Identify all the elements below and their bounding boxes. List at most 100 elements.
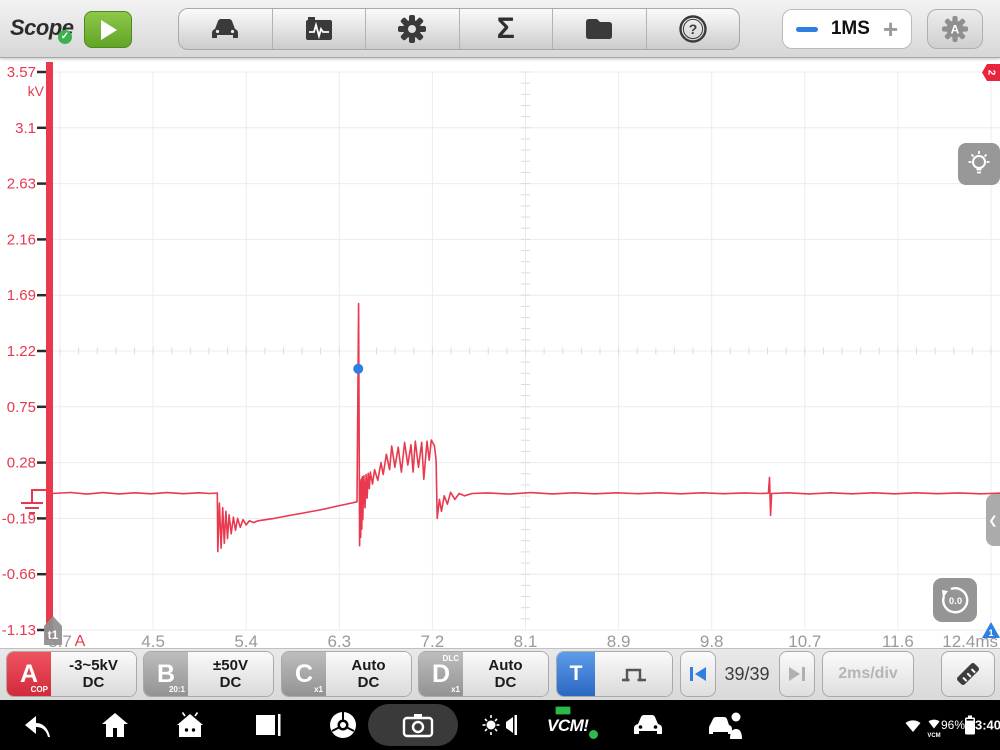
x-tick-label: 6.3 (327, 632, 351, 648)
skip-start-icon (690, 667, 706, 681)
brightness-volume-icon (482, 715, 517, 735)
waveform-file-icon (305, 17, 332, 40)
svg-text:A: A (951, 23, 960, 37)
x-tick-label: 11.6 (882, 632, 914, 648)
pulse-trigger-icon (621, 668, 646, 682)
waveform-chart[interactable]: 3.74.55.46.37.28.18.99.810.711.612.4ms3.… (0, 58, 1000, 651)
folder-icon (586, 19, 613, 39)
scope-app: Scope ✓ Σ ? 1MS + A 4.5 5.4 6.3 7.2 8.1 … (0, 0, 1000, 750)
skip-to-first-frame-button[interactable] (680, 651, 716, 697)
x-tick-label: 8.1 (514, 632, 538, 648)
ruler-icon (957, 663, 979, 685)
vehicle-button[interactable] (179, 9, 273, 49)
android-home-icon (177, 712, 203, 737)
y-tick-label: 3.1 (15, 120, 36, 137)
car-icon (212, 19, 239, 38)
recents-button[interactable] (253, 711, 283, 739)
car-white-icon (634, 715, 662, 734)
vcm-connected-dot (589, 730, 598, 739)
channel-a-settings: -3~5kV DC (51, 652, 136, 696)
frame-counter: 39/39 (724, 663, 770, 684)
screenshot-button[interactable] (402, 712, 434, 738)
auto-setup-button[interactable]: A (927, 9, 983, 49)
ruler-tool-button[interactable] (941, 651, 995, 697)
channel-b-tag: B 20:1 (144, 652, 188, 696)
help-button[interactable]: ? (647, 9, 740, 49)
channel-axis-label: A (75, 633, 86, 648)
service-menu-button[interactable] (706, 711, 746, 739)
vcm-badge-icon (555, 706, 571, 715)
scope-plot-area[interactable]: 3.74.55.46.37.28.18.99.810.711.612.4ms3.… (0, 58, 1000, 651)
chrome-icon (330, 712, 356, 738)
battery-percent: 96% (940, 718, 966, 732)
back-button[interactable] (23, 711, 53, 739)
x-tick-label: 10.7 (788, 632, 821, 648)
trigger-tag: T (557, 652, 595, 696)
vcm-wifi-icon (928, 719, 940, 729)
channel-a-button[interactable]: A COP -3~5kV DC (6, 651, 137, 697)
app-home-button[interactable] (174, 711, 206, 739)
auto-gear-icon: A (942, 16, 968, 42)
battery-status (965, 715, 976, 735)
sigma-icon: Σ (496, 12, 515, 45)
x-tick-label: 4.5 (141, 632, 165, 648)
trigger-position-label: 1 (988, 628, 993, 638)
side-drawer-handle[interactable]: ❮ (986, 494, 1000, 546)
y-tick-label: -1.13 (2, 622, 36, 639)
saved-waveforms-button[interactable] (273, 9, 366, 49)
gear-icon (398, 15, 427, 43)
channel-c-tag: Cx1 (282, 652, 326, 696)
x-tick-label: 9.8 (700, 632, 724, 648)
y-tick-label: 1.22 (7, 343, 36, 360)
clock: 3:40 (974, 717, 1000, 733)
settings-button[interactable] (366, 9, 460, 49)
sample-rate-decrease-button[interactable] (795, 26, 818, 32)
sample-rate-control: 1MS + (782, 9, 912, 49)
tips-button[interactable] (958, 143, 1000, 185)
battery-icon (965, 715, 975, 735)
y-tick-label: 0.28 (7, 455, 36, 472)
timebase-button[interactable]: 2ms/div (822, 651, 914, 697)
question-icon: ? (679, 15, 707, 43)
y-tick-label: 1.69 (7, 287, 36, 304)
channel-c-button[interactable]: Cx1 Auto DC (281, 651, 412, 697)
vcm-status-button[interactable]: VCM! (545, 706, 603, 744)
back-icon (25, 716, 50, 737)
skip-end-icon (789, 667, 805, 681)
sample-rate-increase-button[interactable]: + (883, 16, 898, 42)
top-toolbar: Scope ✓ Σ ? 1MS + A (0, 0, 1000, 58)
channel-d-tag: D DLC x1 (419, 652, 463, 696)
y-tick-label: 3.57 (7, 64, 36, 81)
y-axis-unit: kV (28, 83, 45, 99)
toolbar-button-group: Σ ? (178, 8, 740, 50)
wifi-icon (905, 720, 921, 732)
channel-b-settings: ±50V DC (188, 652, 273, 696)
svg-text:0.0: 0.0 (949, 596, 962, 607)
android-nav-bar: VCM! VCM 96% 3:40 (0, 700, 1000, 750)
x-tick-label: 7.2 (421, 632, 445, 648)
start-stop-button[interactable] (84, 11, 132, 48)
reset-zoom-button[interactable]: 0.0 (933, 578, 977, 622)
vcm-wifi-label: VCM (927, 733, 941, 739)
time-cursor-label: t1 (48, 628, 59, 642)
trigger-button[interactable]: T (556, 651, 673, 697)
play-icon (101, 19, 117, 40)
channel-b-button[interactable]: B 20:1 ±50V DC (143, 651, 274, 697)
display-sound-button[interactable] (482, 712, 518, 738)
vcm-wifi-status (926, 717, 942, 730)
channel-c-settings: Auto DC (326, 652, 411, 696)
file-button[interactable] (553, 9, 647, 49)
y-tick-label: 2.16 (7, 231, 36, 248)
y-tick-label: 2.63 (7, 176, 36, 193)
car-service-icon (709, 712, 742, 739)
home-button[interactable] (100, 711, 130, 739)
measurement-marker-dot (353, 363, 364, 374)
chevron-left-icon: ❮ (988, 514, 998, 527)
y-tick-label: -0.66 (2, 566, 36, 583)
vehicle-menu-button[interactable] (631, 712, 665, 738)
measurements-button[interactable]: Σ (460, 9, 553, 49)
channel-d-button[interactable]: D DLC x1 Auto DC (418, 651, 549, 697)
svg-text:?: ? (688, 21, 697, 37)
skip-to-last-frame-button[interactable] (779, 651, 815, 697)
chrome-button[interactable] (328, 710, 358, 740)
